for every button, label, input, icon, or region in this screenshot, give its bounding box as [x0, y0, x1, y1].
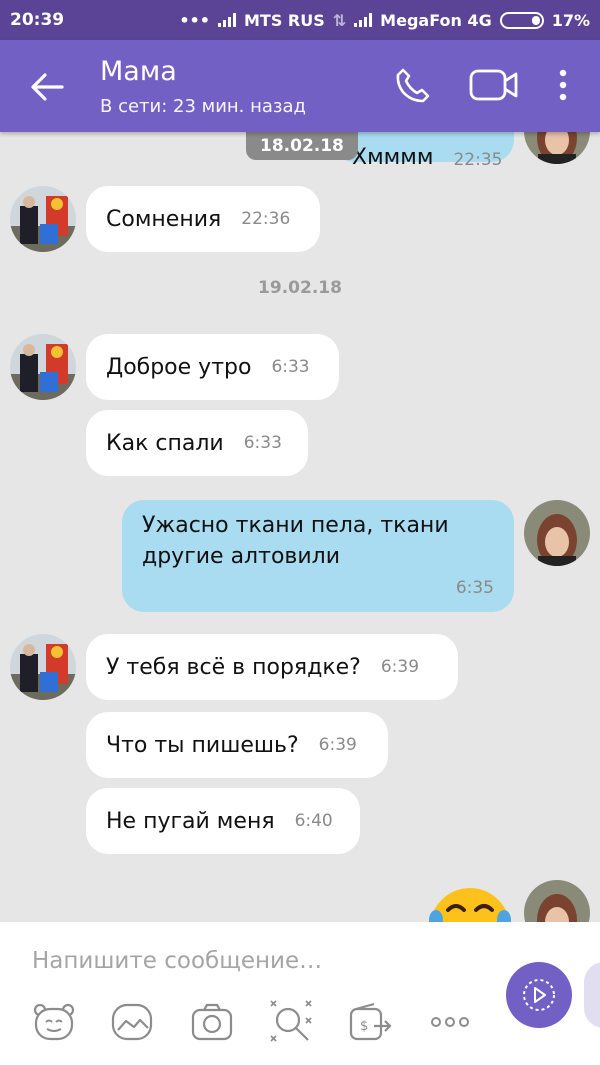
- extra-action-button[interactable]: [584, 962, 600, 1028]
- message-incoming[interactable]: Не пугай меня 6:40: [86, 788, 360, 854]
- message-composer: Напишите сообщение… $: [0, 922, 600, 1065]
- data-arrows-icon: ⇅: [332, 10, 347, 30]
- message-text: Не пугай меня: [106, 808, 275, 834]
- message-text-line-2: другие алтовили: [142, 544, 341, 569]
- avatar-self[interactable]: [524, 500, 590, 566]
- notification-dots-icon: •••: [179, 10, 210, 30]
- carrier-1: MTS RUS: [244, 10, 325, 30]
- avatar-contact[interactable]: [10, 334, 76, 400]
- message-text: У тебя всё в порядке?: [106, 654, 361, 680]
- message-incoming[interactable]: Сомнения 22:36: [86, 186, 320, 252]
- message-time: 6:40: [294, 811, 333, 831]
- chat-header: Мама В сети: 23 мин. назад: [0, 40, 600, 132]
- message-list[interactable]: Хмммм 22:35 18.02.18 Сомнения 22:36 19.0…: [0, 132, 600, 922]
- svg-text:$: $: [360, 1019, 368, 1034]
- message-time: 6:35: [455, 578, 494, 598]
- carrier-2: MegaFon 4G: [380, 10, 492, 30]
- money-transfer-icon[interactable]: $: [348, 1002, 394, 1042]
- camera-icon[interactable]: [190, 1002, 234, 1042]
- message-incoming[interactable]: Как спали 6:33: [86, 410, 308, 476]
- message-text: Как спали: [106, 430, 224, 456]
- avatar-self[interactable]: [524, 132, 590, 164]
- avatar-contact[interactable]: [10, 186, 76, 252]
- battery-icon: [499, 11, 544, 29]
- gallery-icon[interactable]: [110, 1002, 154, 1042]
- avatar-self[interactable]: [524, 880, 590, 922]
- phone-icon[interactable]: [394, 66, 432, 104]
- message-outgoing[interactable]: Ужасно ткани пела, ткани другие алтовили…: [122, 500, 514, 612]
- message-incoming[interactable]: Что ты пишешь? 6:39: [86, 712, 388, 778]
- sticker-icon[interactable]: [32, 1002, 76, 1042]
- more-vertical-icon[interactable]: [555, 66, 571, 104]
- clock: 20:39: [10, 10, 65, 30]
- send-voice-icon: [523, 979, 555, 1011]
- doodle-icon[interactable]: [268, 998, 314, 1044]
- message-text: Доброе утро: [106, 354, 252, 380]
- more-horizontal-icon[interactable]: [430, 1016, 470, 1028]
- message-time: 6:39: [380, 657, 420, 677]
- send-voice-button[interactable]: [506, 962, 572, 1028]
- video-call-icon[interactable]: [468, 66, 520, 104]
- message-time: 6:33: [271, 357, 310, 377]
- back-arrow-icon[interactable]: [28, 68, 66, 106]
- message-incoming[interactable]: Доброе утро 6:33: [86, 334, 339, 400]
- contact-name[interactable]: Мама: [100, 56, 177, 87]
- message-incoming[interactable]: У тебя всё в порядке? 6:39: [86, 634, 458, 700]
- message-time: 6:39: [318, 735, 357, 755]
- laughing-emoji-sticker[interactable]: [428, 884, 512, 922]
- message-time: 22:36: [241, 209, 291, 229]
- battery-percent: 17%: [551, 10, 590, 30]
- signal-icon: [218, 13, 236, 27]
- avatar-contact[interactable]: [10, 634, 76, 700]
- date-separator: 19.02.18: [258, 278, 342, 298]
- message-text: Сомнения: [106, 206, 222, 232]
- contact-status: В сети: 23 мин. назад: [100, 96, 306, 117]
- status-bar: 20:39 ••• MTS RUS ⇅ MegaFon 4G 17%: [0, 0, 600, 40]
- message-input[interactable]: Напишите сообщение…: [32, 948, 322, 974]
- signal-icon-2: [354, 13, 373, 27]
- message-time: 6:33: [243, 433, 282, 453]
- message-text-line-1: Ужасно ткани пела, ткани: [142, 513, 449, 538]
- message-text: Что ты пишешь?: [106, 732, 299, 758]
- message-outgoing-partial[interactable]: Хмммм 22:35: [332, 132, 514, 170]
- date-pill: 18.02.18: [246, 132, 358, 160]
